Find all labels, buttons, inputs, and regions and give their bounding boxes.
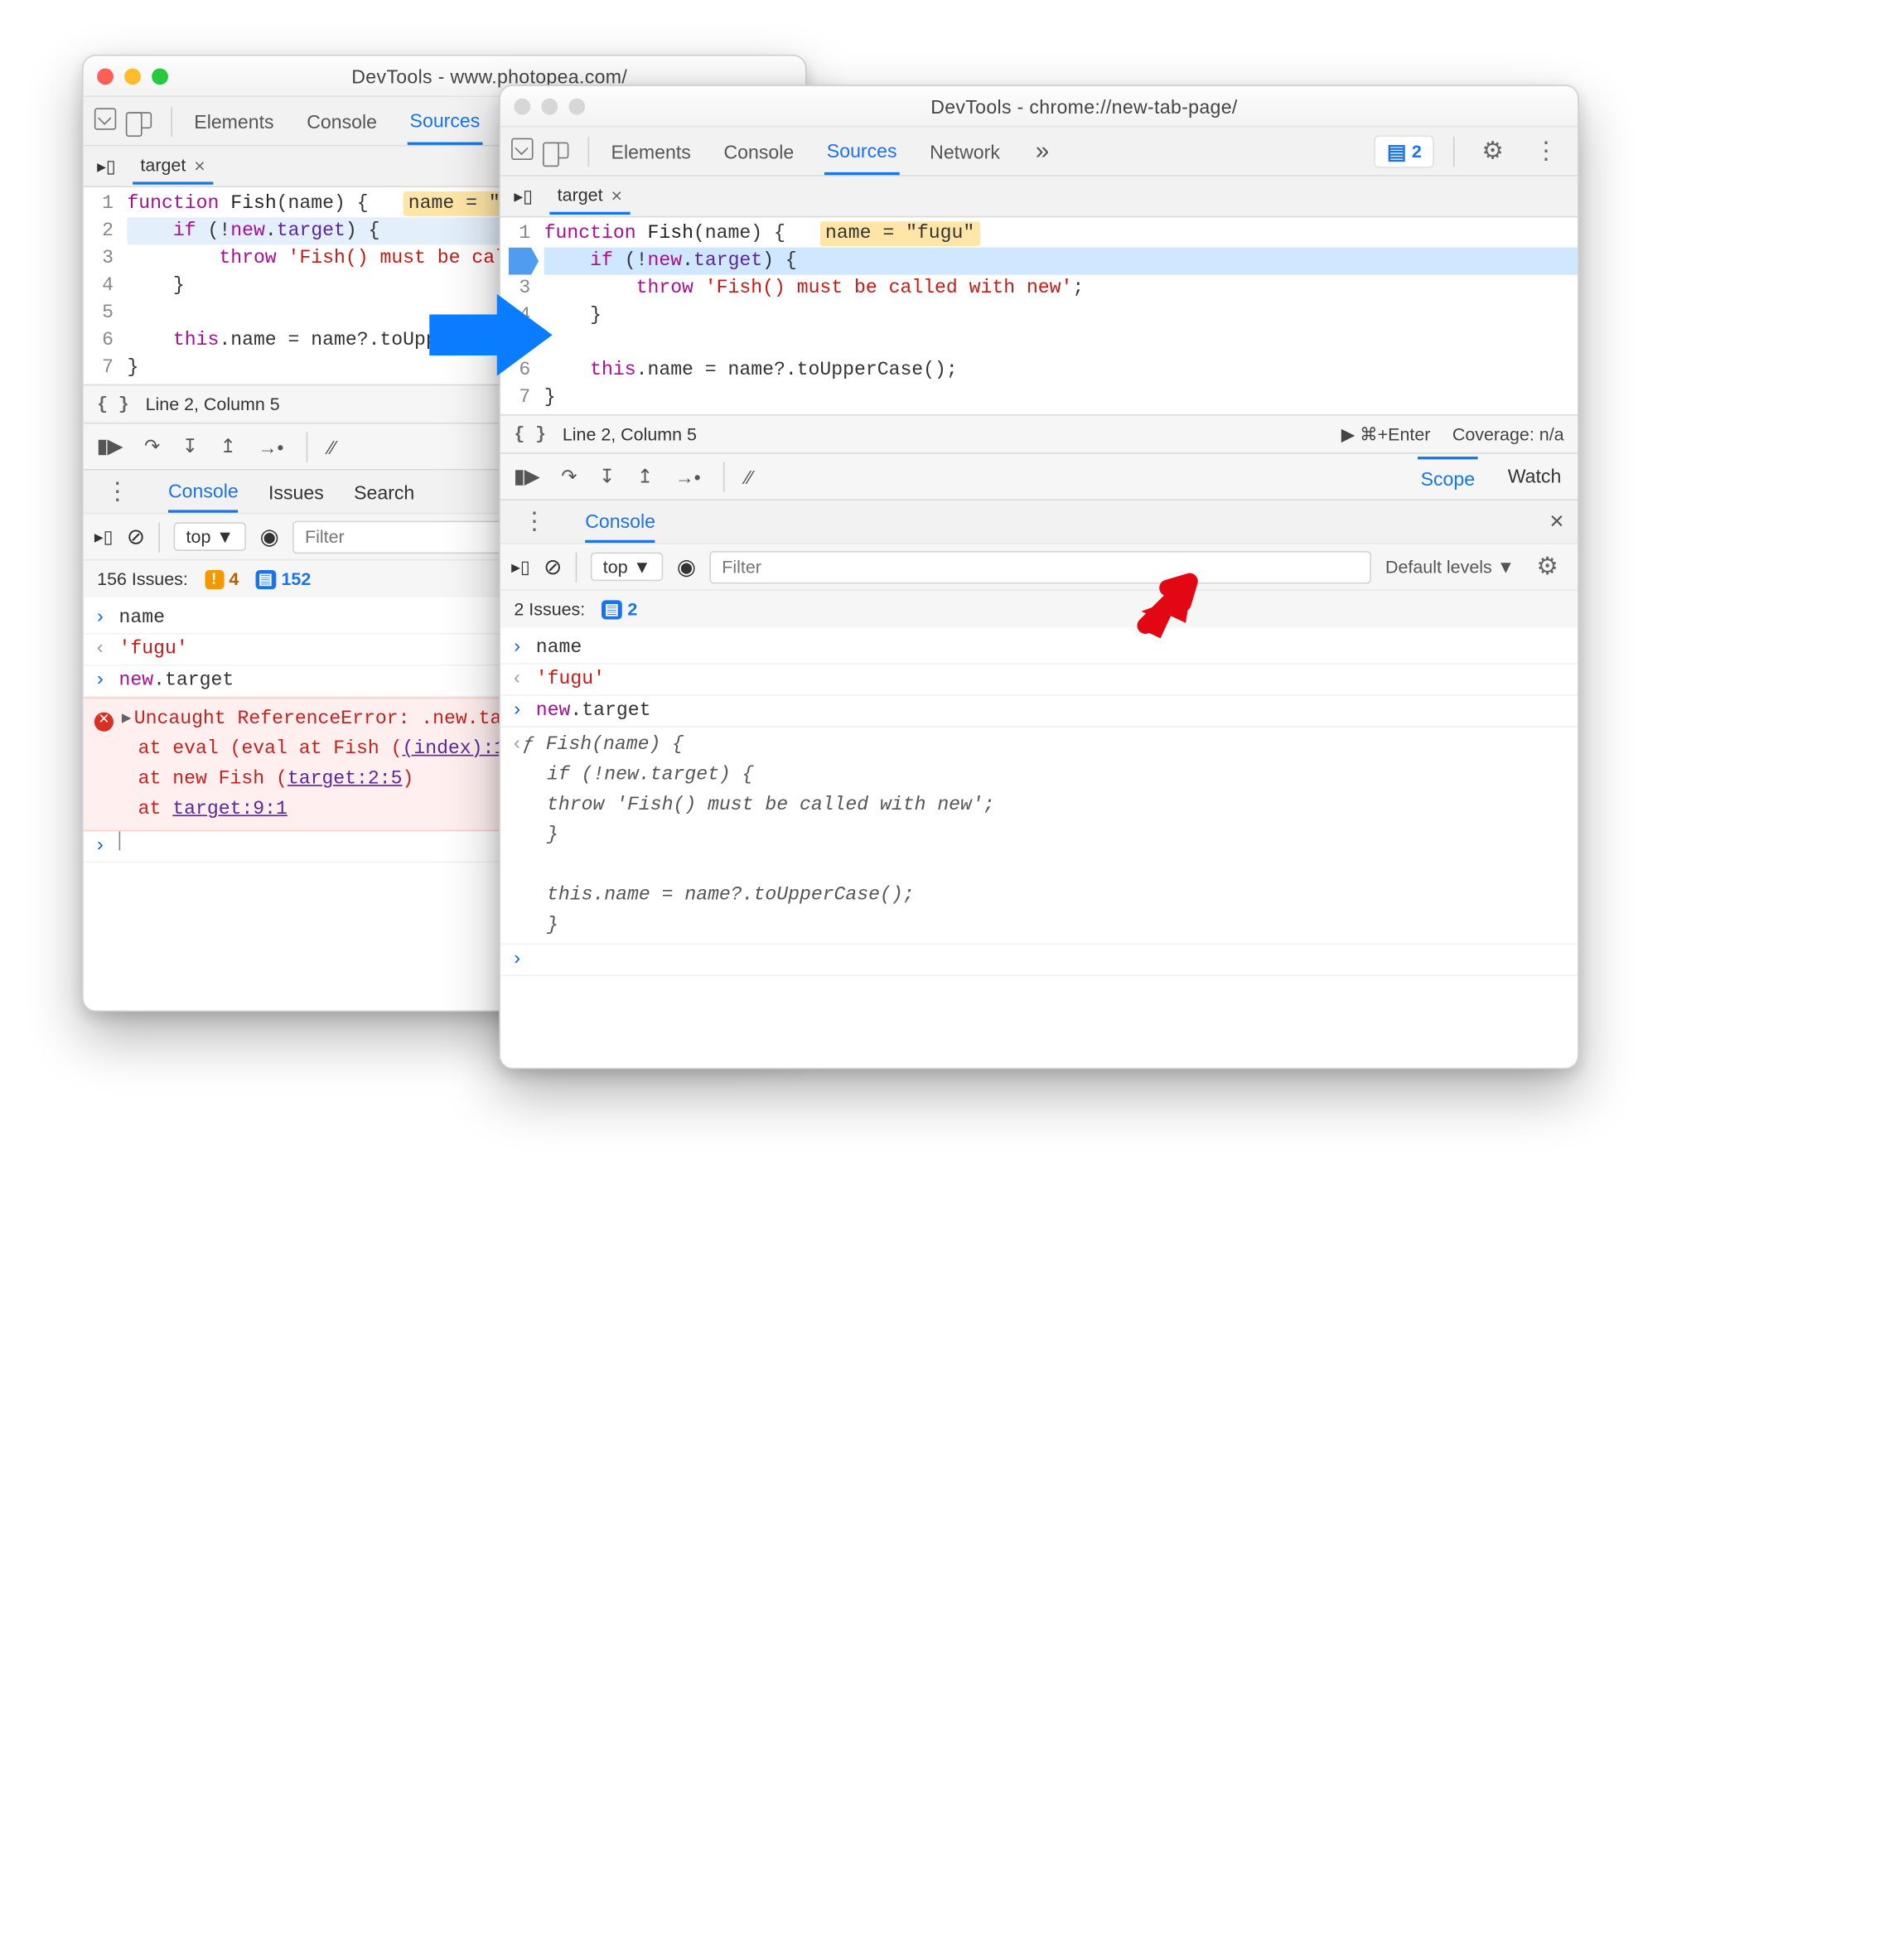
deactivate-breakpoints-button[interactable]: ⁄⁄ [329, 436, 336, 457]
close-file-icon[interactable]: × [194, 154, 205, 176]
step-button[interactable]: →• [258, 436, 283, 457]
close-window-button[interactable] [514, 98, 530, 114]
step-out-button[interactable]: ↥ [637, 465, 653, 488]
drawer-tab-issues[interactable]: Issues [268, 472, 324, 510]
step-over-button[interactable]: ↷ [561, 465, 577, 488]
step-over-button[interactable]: ↷ [144, 435, 160, 458]
drawer-tab-console[interactable]: Console [585, 501, 655, 543]
device-toggle-icon[interactable] [130, 110, 152, 132]
panel-tabs: Elements Console Sources » [191, 98, 534, 144]
coverage-label[interactable]: Coverage: n/a [1452, 423, 1564, 445]
sidebar-toggle-icon[interactable]: ▸▯ [511, 556, 530, 578]
drawer-tab-search[interactable]: Search [354, 472, 414, 510]
pretty-print-icon[interactable]: { } [514, 424, 546, 445]
source-footer: { } Line 2, Column 5 ▶ ⌘+Enter Coverage:… [500, 414, 1578, 452]
window-title: DevTools - chrome://new-tab-page/ [604, 95, 1563, 117]
traffic-lights [97, 68, 168, 85]
minimize-window-button[interactable] [541, 98, 558, 114]
maximize-window-button[interactable] [152, 68, 168, 85]
nav-toggle-icon[interactable]: ▸▯ [92, 155, 122, 176]
drawer-menu-icon[interactable]: ⋮ [97, 477, 138, 506]
titlebar[interactable]: DevTools - chrome://new-tab-page/ [500, 86, 1578, 128]
tab-elements[interactable]: Elements [608, 129, 693, 173]
more-tabs-icon[interactable]: » [1030, 137, 1055, 166]
tab-console[interactable]: Console [304, 99, 379, 143]
issues-info-count[interactable]: ▤152 [255, 568, 311, 589]
issues-info-count[interactable]: ▤2 [602, 599, 637, 620]
live-expression-icon[interactable]: ◉ [260, 523, 279, 550]
clear-console-icon[interactable]: ⊘ [127, 523, 145, 550]
live-expression-icon[interactable]: ◉ [677, 553, 696, 580]
log-levels-selector[interactable]: Default levels ▼ [1385, 557, 1515, 578]
window-title: DevTools - www.photopea.com/ [187, 65, 791, 86]
deactivate-breakpoints-button[interactable]: ⁄⁄ [746, 466, 752, 487]
run-snippet-hint[interactable]: ▶ ⌘+Enter [1341, 423, 1431, 445]
context-selector[interactable]: top ▼ [174, 522, 246, 551]
issues-text: 2 Issues: [514, 599, 585, 620]
main-menu-icon[interactable]: ⋮ [1525, 137, 1567, 166]
minimize-window-button[interactable] [124, 68, 141, 85]
console-settings-icon[interactable]: ⚙ [1528, 553, 1566, 582]
scope-tab[interactable]: Scope [1418, 456, 1477, 497]
step-into-button[interactable]: ↧ [182, 435, 198, 458]
debugger-controls: ▮▶ ↷ ↧ ↥ →• ⁄⁄ Scope Watch [500, 452, 1578, 499]
device-toggle-icon[interactable] [547, 140, 568, 162]
step-into-button[interactable]: ↧ [599, 465, 615, 488]
cursor-position: Line 2, Column 5 [146, 394, 280, 414]
tab-sources[interactable]: Sources [407, 98, 482, 144]
resume-button[interactable]: ▮▶ [514, 465, 539, 488]
sidebar-toggle-icon[interactable]: ▸▯ [94, 525, 114, 547]
tab-sources[interactable]: Sources [824, 128, 900, 174]
file-tab-target[interactable]: target × [133, 148, 214, 184]
issues-warn-count[interactable]: !4 [205, 568, 239, 589]
console-output[interactable]: ›name‹'fugu'›new.target‹ƒ Fish(name) { i… [500, 627, 1578, 981]
file-tab-target[interactable]: target × [549, 178, 631, 214]
clear-console-icon[interactable]: ⊘ [544, 553, 562, 580]
issues-bar[interactable]: 2 Issues: ▤2 [500, 589, 1578, 627]
tab-network[interactable]: Network [927, 129, 1003, 173]
console-filter-input[interactable] [709, 550, 1371, 583]
highlight-arrow-icon [1123, 572, 1205, 654]
tab-console[interactable]: Console [721, 129, 796, 173]
drawer-menu-icon[interactable]: ⋮ [514, 507, 555, 536]
file-tab-row: ▸▯ target × [500, 176, 1578, 218]
close-file-icon[interactable]: × [611, 184, 622, 205]
step-button[interactable]: →• [675, 466, 701, 487]
panel-toolbar: Elements Console Sources Network » ▤2 ⚙ … [500, 127, 1578, 176]
drawer-tabs: ⋮ Console × [500, 499, 1578, 543]
maximize-window-button[interactable] [568, 98, 585, 114]
drawer-tab-console[interactable]: Console [168, 471, 239, 512]
pretty-print-icon[interactable]: { } [97, 394, 129, 414]
line-gutter: 1234567 [84, 187, 122, 384]
settings-icon[interactable]: ⚙ [1473, 137, 1511, 166]
cursor-position: Line 2, Column 5 [563, 424, 697, 445]
inspect-icon[interactable] [511, 138, 533, 164]
file-tab-label: target [140, 154, 186, 175]
panel-tabs: Elements Console Sources Network » [608, 128, 1055, 174]
step-out-button[interactable]: ↥ [220, 435, 236, 458]
inspect-icon[interactable] [94, 108, 116, 133]
watch-tab[interactable]: Watch [1505, 456, 1563, 497]
message-count-badge[interactable]: ▤2 [1375, 135, 1434, 168]
nav-toggle-icon[interactable]: ▸▯ [509, 186, 539, 207]
context-selector[interactable]: top ▼ [591, 553, 663, 582]
devtools-window-after: DevTools - chrome://new-tab-page/ Elemen… [499, 85, 1579, 1069]
issues-text: 156 Issues: [97, 568, 188, 589]
close-drawer-icon[interactable]: × [1549, 507, 1563, 536]
file-tab-label: target [558, 185, 603, 205]
console-filter-bar: ▸▯ ⊘ top ▼ ◉ Default levels ▼ ⚙ [500, 543, 1578, 589]
resume-button[interactable]: ▮▶ [97, 435, 122, 458]
tab-elements[interactable]: Elements [191, 99, 277, 143]
traffic-lights [514, 98, 585, 114]
close-window-button[interactable] [97, 68, 114, 85]
code-editor[interactable]: 1234567 function Fish(name) { name = "fu… [500, 217, 1578, 414]
